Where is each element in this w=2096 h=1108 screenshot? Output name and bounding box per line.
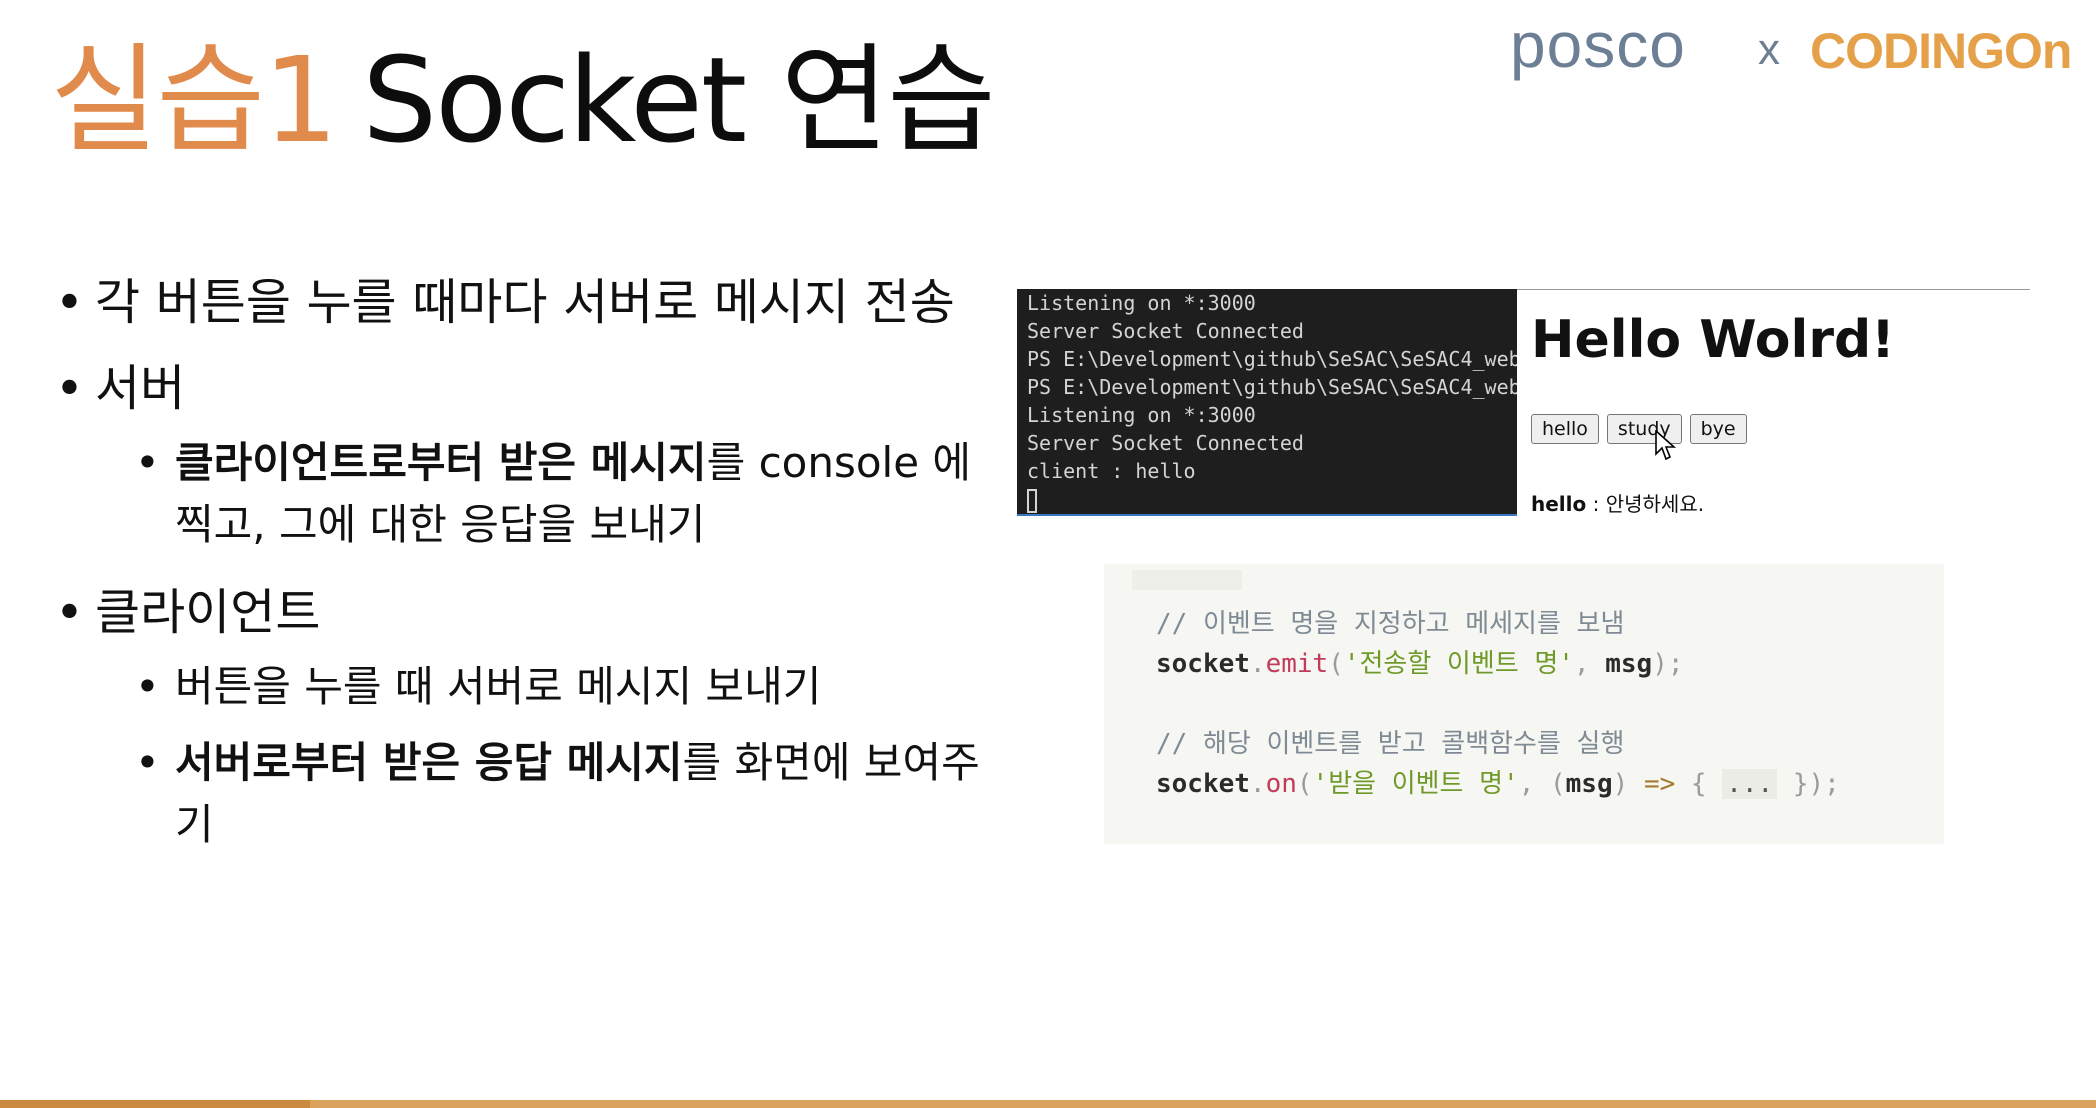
- code-block: // 이벤트 명을 지정하고 메세지를 보냄 socket.emit('전송할 …: [1104, 564, 1944, 844]
- code-tab-placeholder: [1132, 570, 1242, 590]
- bullet-dot: •: [55, 360, 84, 417]
- terminal-line: PS E:\Development\github\SeSAC\SeSAC4_we…: [1027, 347, 1517, 371]
- bye-button[interactable]: bye: [1689, 414, 1747, 444]
- response-separator: :: [1586, 492, 1606, 516]
- browser-heading: Hello Wolrd!: [1531, 310, 1895, 370]
- hello-button[interactable]: hello: [1531, 414, 1599, 444]
- terminal-line: Listening on *:3000: [1027, 403, 1256, 427]
- terminal-line: client : hello: [1027, 459, 1196, 483]
- code-line-emit: socket.emit('전송할 이벤트 명', msg);: [1156, 649, 1684, 679]
- sub-bullet-item: • 서버로부터 받은 응답 메시지를 화면에 보여주기: [55, 732, 1015, 856]
- bullet-item: • 클라이언트: [55, 580, 1015, 646]
- terminal-prompt: [1027, 485, 1517, 513]
- slide-title: 실습1 Socket 연습: [50, 30, 996, 170]
- response-value: 안녕하세요.: [1605, 492, 1705, 516]
- bullet-send-message: 각 버튼을 누를 때마다 서버로 메시지 전송: [95, 274, 955, 331]
- bottom-accent-bar: [0, 1100, 2096, 1108]
- bullet-dot: •: [135, 438, 160, 487]
- terminal-cursor: [1027, 488, 1037, 513]
- demo-screenshot: Listening on *:3000 Server Socket Connec…: [1017, 289, 2030, 516]
- client-sub-2-bold: 서버로부터 받은 응답 메시지: [175, 738, 683, 787]
- terminal-panel: Listening on *:3000 Server Socket Connec…: [1017, 289, 1517, 516]
- bullet-client: 클라이언트: [95, 584, 321, 641]
- bullet-item: • 서버: [55, 356, 1015, 422]
- server-sub-continued: 찍고, 그에 대한 응답을 보내기: [175, 500, 706, 549]
- bullet-list: • 각 버튼을 누를 때마다 서버로 메시지 전송 • 서버 • 클라이언트로부…: [55, 270, 1015, 870]
- title-main: Socket 연습: [362, 31, 996, 169]
- code-comment-emit: // 이벤트 명을 지정하고 메세지를 보냄: [1156, 609, 1625, 639]
- bullet-dot: •: [135, 662, 160, 711]
- terminal-line: Server Socket Connected: [1027, 431, 1304, 455]
- logo-separator: x: [1758, 25, 1780, 74]
- bullet-item: • 각 버튼을 누를 때마다 서버로 메시지 전송: [55, 270, 1015, 336]
- logo-codingon-text: CODINGOn: [1810, 23, 2071, 79]
- sub-bullet-item: • 버튼을 누를 때 서버로 메시지 보내기: [55, 656, 1015, 718]
- sub-bullet-item: • 클라이언트로부터 받은 메시지를 console 에 찍고, 그에 대한 응…: [55, 432, 1015, 556]
- terminal-line: PS E:\Development\github\SeSAC\SeSAC4_we…: [1027, 375, 1517, 399]
- browser-panel: Hello Wolrd! hello study bye hello : 안녕하…: [1517, 289, 2030, 516]
- server-sub-bold: 클라이언트로부터 받은 메시지: [175, 438, 707, 487]
- terminal-line: Listening on *:3000: [1027, 291, 1256, 315]
- logo-posco-text: posco: [1510, 12, 1686, 81]
- terminal-line: Server Socket Connected: [1027, 319, 1304, 343]
- bullet-dot: •: [55, 274, 84, 331]
- posco-codingon-logo: posco x CODINGOn: [1510, 12, 2072, 81]
- code-comment-on: // 해당 이벤트를 받고 콜백함수를 실행: [1156, 729, 1625, 759]
- bullet-server: 서버: [95, 360, 186, 417]
- bullet-dot: •: [55, 584, 84, 641]
- title-accent: 실습1: [50, 31, 338, 169]
- server-response: hello : 안녕하세요.: [1531, 488, 1704, 516]
- bullet-dot: •: [135, 738, 160, 787]
- response-key: hello: [1531, 492, 1587, 516]
- mouse-pointer-icon: [1655, 430, 1677, 461]
- server-sub-rest: 를 console 에: [706, 438, 972, 487]
- button-row: hello study bye: [1531, 414, 1747, 444]
- bottom-bar-shade: [0, 1100, 310, 1108]
- code-line-on: socket.on('받을 이벤트 명', (msg) => { ... });: [1156, 769, 1840, 799]
- client-sub-1: 버튼을 누를 때 서버로 메시지 보내기: [175, 662, 822, 711]
